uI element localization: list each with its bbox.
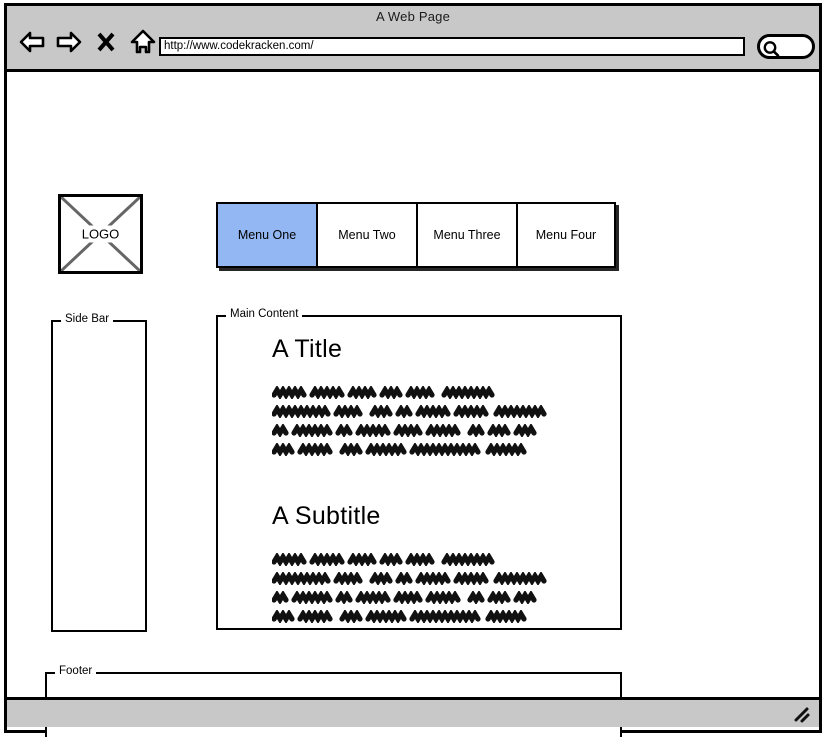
scribble-line (272, 443, 612, 456)
page-content-area: LOGO Menu One Menu Two Menu Three Menu F… (7, 72, 819, 737)
forward-arrow-icon[interactable] (54, 28, 84, 56)
tab-label: Menu Three (433, 228, 501, 242)
home-icon[interactable] (128, 28, 158, 56)
paragraph-placeholder (272, 553, 612, 623)
scribble-line (272, 424, 612, 437)
tab-label: Menu Four (535, 228, 597, 242)
content-title: A Title (272, 335, 343, 363)
browser-chrome-top: A Web Page http://www.codekracken.com/ (7, 6, 819, 72)
search-input[interactable] (757, 34, 815, 59)
tab-label: Menu One (237, 228, 297, 242)
scribble-line (272, 405, 612, 418)
main-content-group-box[interactable]: A Title A Subtitle Main Content (216, 307, 622, 630)
paragraph-placeholder (272, 386, 612, 456)
scribble-line (272, 553, 612, 566)
browser-nav-controls (17, 28, 158, 56)
search-magnifier-icon (763, 41, 780, 57)
sidebar-label: Side Bar (61, 312, 114, 326)
scribble-line (272, 572, 612, 585)
browser-window: A Web Page http://www.codekracken.com/ L… (4, 3, 822, 737)
resize-grip-icon[interactable] (791, 706, 811, 724)
back-arrow-icon[interactable] (17, 28, 47, 56)
footer-label: Footer (55, 664, 97, 678)
url-input[interactable]: http://www.codekracken.com/ (159, 37, 745, 56)
sidebar-group-box[interactable]: Side Bar (51, 312, 147, 632)
main-content-body: A Title A Subtitle (216, 315, 622, 630)
tab-menu-three[interactable]: Menu Three (416, 202, 516, 268)
content-subtitle: A Subtitle (272, 502, 381, 530)
logo-placeholder[interactable]: LOGO (58, 194, 143, 274)
scribble-line (272, 610, 612, 623)
tab-menu-two[interactable]: Menu Two (316, 202, 416, 268)
main-navigation-tabs: Menu One Menu Two Menu Three Menu Four (216, 202, 616, 268)
main-content-label: Main Content (226, 307, 303, 321)
sidebar-content (51, 320, 147, 632)
browser-status-bar (7, 697, 819, 727)
logo-label: LOGO (76, 225, 125, 243)
scribble-line (272, 591, 612, 604)
window-title: A Web Page (375, 9, 451, 24)
close-x-icon[interactable] (91, 28, 121, 56)
wireframe-screenshot: A Web Page http://www.codekracken.com/ L… (0, 0, 826, 737)
tab-menu-one[interactable]: Menu One (216, 202, 316, 268)
tab-menu-four[interactable]: Menu Four (516, 202, 616, 268)
scribble-line (272, 386, 612, 399)
tab-label: Menu Two (338, 228, 396, 242)
